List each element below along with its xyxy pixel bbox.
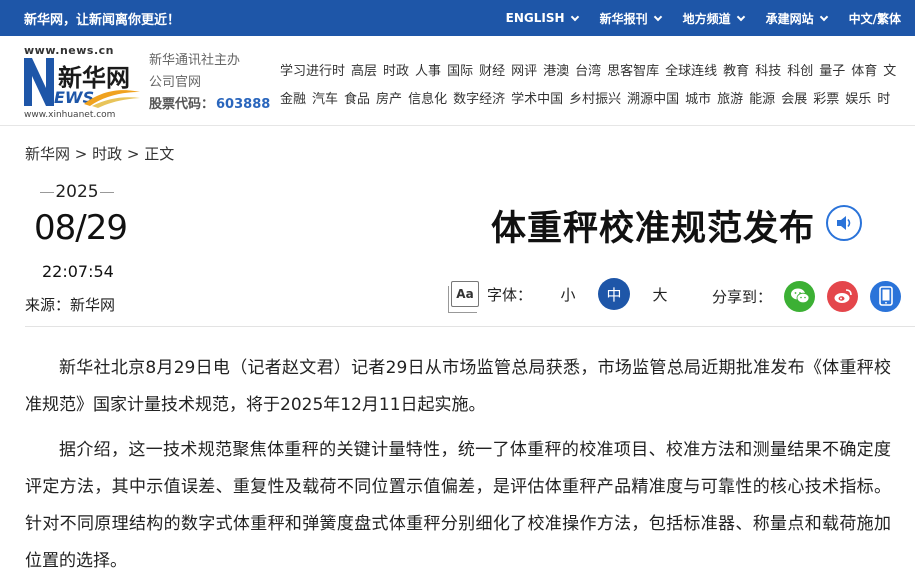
channel-link[interactable]: 时	[877, 92, 890, 107]
channel-link[interactable]: 溯源中国	[627, 92, 679, 107]
audio-play-button[interactable]	[826, 205, 862, 241]
channel-link[interactable]: 文	[883, 64, 896, 79]
top-nav-english[interactable]: ENGLISH	[506, 11, 579, 25]
stock-label: 股票代码：	[149, 97, 215, 112]
channel-link[interactable]: 食品	[344, 92, 370, 107]
channel-link[interactable]: 金融	[280, 92, 306, 107]
article-paragraph: 据介绍，这一技术规范聚焦体重秤的关键计量特性，统一了体重秤的校准项目、校准方法和…	[25, 440, 891, 571]
logo-url-bottom: www.xinhuanet.com	[24, 110, 116, 120]
breadcrumb-current: 正文	[144, 145, 175, 163]
year-dash-left	[40, 191, 54, 193]
channel-link[interactable]: 旅游	[717, 92, 743, 107]
font-size-medium-button[interactable]: 中	[598, 278, 631, 310]
breadcrumb-separator: >	[122, 145, 145, 163]
channel-link[interactable]: 信息化	[408, 92, 447, 107]
channel-link[interactable]: 娱乐	[845, 92, 871, 107]
channel-link[interactable]: 乡村振兴	[569, 92, 621, 107]
share-mobile-button[interactable]	[870, 280, 902, 312]
breadcrumb-separator: >	[70, 145, 93, 163]
channel-link[interactable]: 数字经济	[453, 92, 505, 107]
channel-link[interactable]: 财经	[479, 64, 505, 79]
channel-link[interactable]: 房产	[376, 92, 402, 107]
share-wechat-button[interactable]	[784, 280, 816, 312]
site-header: www.news.cn 新华网 EWS www.xinhuanet.com 新华…	[0, 36, 915, 126]
article-body: 新华社北京8月29日电（记者赵文君）记者29日从市场监管总局获悉，市场监管总局近…	[25, 350, 891, 583]
channel-link[interactable]: 会展	[781, 92, 807, 107]
publish-month-day: 08/29	[34, 208, 128, 248]
site-slogan: 新华网，让新闻离你更近！	[24, 13, 181, 28]
channel-link[interactable]: 教育	[723, 64, 749, 79]
channel-link[interactable]: 体育	[851, 64, 877, 79]
year-dash-right	[99, 191, 114, 193]
breadcrumb-section[interactable]: 时政	[92, 145, 122, 163]
wechat-icon	[790, 288, 809, 304]
publish-year: 2025	[40, 182, 114, 202]
share-bar: 分享到：	[712, 280, 902, 312]
top-nav-newspapers[interactable]: 新华报刊	[600, 10, 662, 27]
stock-info: 股票代码： 603888	[149, 94, 270, 116]
channel-link[interactable]: 学术中国	[511, 92, 563, 107]
chevron-down-icon	[570, 12, 579, 21]
channel-link[interactable]: 量子	[819, 64, 845, 79]
top-nav-local-channels[interactable]: 地方频道	[683, 10, 745, 27]
channel-link[interactable]: 台湾	[575, 64, 601, 79]
channel-link[interactable]: 思客智库	[607, 64, 659, 79]
org-line1: 新华通讯社主办	[149, 53, 241, 68]
top-nav-built-sites[interactable]: 承建网站	[766, 10, 828, 27]
channel-link[interactable]: 科技	[755, 64, 781, 79]
chevron-down-icon	[736, 12, 745, 21]
channel-link[interactable]: 高层	[351, 64, 377, 79]
year-text: 2025	[55, 182, 99, 202]
breadcrumb-home[interactable]: 新华网	[25, 145, 70, 163]
channel-link[interactable]: 学习进行时	[280, 64, 345, 79]
article-source: 来源：新华网	[25, 296, 116, 314]
top-bar: 新华网，让新闻离你更近！ ENGLISH 新华报刊 地方频道 承建网站 中文/繁…	[0, 0, 915, 36]
channel-link[interactable]: 能源	[749, 92, 775, 107]
channel-link[interactable]: 汽车	[312, 92, 338, 107]
font-size-small-button[interactable]: 小	[552, 278, 584, 310]
channel-link[interactable]: 科创	[787, 64, 813, 79]
logo-swoosh	[84, 90, 140, 108]
channel-link[interactable]: 网评	[511, 64, 537, 79]
font-size-icon: Aa	[448, 281, 479, 313]
channel-link[interactable]: 全球连线	[665, 64, 717, 79]
breadcrumb: 新华网 > 时政 > 正文	[25, 143, 174, 164]
share-weibo-button[interactable]	[827, 280, 859, 312]
channel-link[interactable]: 国际	[447, 64, 473, 79]
channel-nav-row2: 金融 汽车 食品 房产 信息化 数字经济 学术中国 乡村振兴 溯源中国 城市 旅游 能源 会展 彩票 娱乐时	[280, 88, 896, 107]
logo-n-mark	[24, 58, 54, 106]
org-line2: 公司官网	[149, 75, 202, 90]
article-paragraph: 新华社北京8月29日电（记者赵文君）记者29日从市场监管总局获悉，市场监管总局近…	[25, 358, 891, 415]
top-nav: ENGLISH 新华报刊 地方频道 承建网站 中文/繁体	[484, 0, 901, 36]
site-logo[interactable]: www.news.cn 新华网 EWS www.xinhuanet.com	[24, 44, 144, 120]
channel-link[interactable]: 人事	[415, 64, 441, 79]
channel-link[interactable]: 港澳	[543, 64, 569, 79]
article-title: 体重秤校准规范发布	[491, 209, 816, 249]
font-label: 字体：	[487, 285, 533, 304]
publish-time: 22:07:54	[42, 262, 114, 281]
share-label: 分享到：	[712, 287, 773, 306]
channel-nav-row1: 学习进行时 高层 时政 人事 国际 财经 网评 港澳 台湾 思客智库 全球连线 教育 科技 科创 量子 体育文	[280, 60, 902, 79]
org-info: 新华通讯社主办 公司官网 股票代码： 603888	[149, 50, 270, 116]
speaker-icon	[837, 216, 851, 230]
channel-link[interactable]: 时政	[383, 64, 409, 79]
mobile-icon	[878, 286, 893, 306]
font-size-large-button[interactable]: 大	[644, 278, 676, 310]
channel-link[interactable]: 城市	[685, 92, 711, 107]
stock-code[interactable]: 603888	[216, 97, 270, 112]
logo-url-top: www.news.cn	[24, 44, 114, 57]
font-size-tools: Aa 字体： 小 中 大	[448, 278, 676, 313]
top-nav-language[interactable]: 中文/繁体	[849, 10, 901, 27]
header-divider	[25, 326, 915, 327]
chevron-down-icon	[653, 12, 662, 21]
channel-link[interactable]: 彩票	[813, 92, 839, 107]
chevron-down-icon	[819, 12, 828, 21]
weibo-icon	[834, 289, 852, 303]
